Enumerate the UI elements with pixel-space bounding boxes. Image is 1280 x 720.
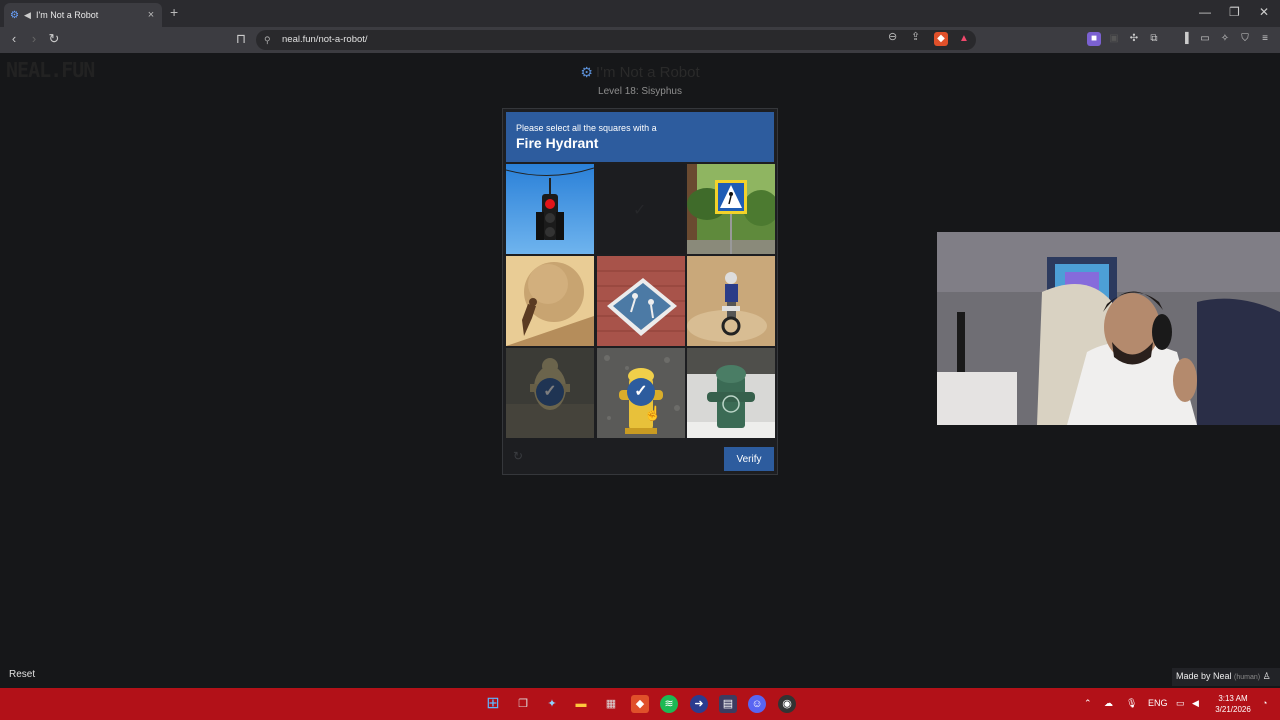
brave-browser-icon[interactable]: ◆: [631, 695, 649, 713]
system-clock[interactable]: 3:13 AM 3/21/2026: [1208, 693, 1258, 715]
microphone-icon[interactable]: 🎙: [1126, 698, 1137, 709]
sidebar-icon[interactable]: ▐: [1178, 32, 1192, 46]
chevron-up-icon[interactable]: ⌃: [1084, 698, 1092, 709]
network-icon[interactable]: ▭: [1176, 698, 1185, 709]
speaker-icon[interactable]: ◀: [24, 10, 36, 21]
tab-title: I'm Not a Robot: [36, 10, 99, 20]
verify-button[interactable]: Verify: [724, 447, 774, 471]
new-tab-button[interactable]: +: [170, 4, 178, 20]
obs-icon[interactable]: ◉: [778, 695, 796, 713]
url-text: neal.fun/not-a-robot/: [282, 34, 368, 45]
made-by-badge[interactable]: Made by Neal (human) ♙: [1172, 668, 1280, 686]
captcha-footer: ↻ Verify: [503, 442, 777, 472]
leo-ai-icon[interactable]: ✧: [1218, 32, 1232, 46]
minimize-icon[interactable]: —: [1199, 5, 1211, 19]
file-explorer-icon[interactable]: ▬: [572, 695, 590, 713]
made-by-note: (human): [1234, 674, 1261, 681]
extension-icon[interactable]: ▣: [1107, 32, 1121, 46]
robot-icon: ⚙: [580, 64, 593, 80]
tab-active[interactable]: ⚙ ◀ I'm Not a Robot ×: [4, 3, 162, 27]
person-icon: ♙: [1262, 671, 1271, 681]
windows-start-icon[interactable]: ⊞: [484, 695, 502, 713]
app-icon[interactable]: ➜: [690, 695, 708, 713]
bookmark-icon[interactable]: ⊓: [232, 31, 250, 47]
vpn-icon[interactable]: ⛉: [1238, 32, 1252, 46]
address-bar[interactable]: ⚲ neal.fun/not-a-robot/: [256, 30, 976, 50]
page-title: ⚙ I'm Not a Robot: [580, 64, 700, 81]
captcha-tile-sisyphus[interactable]: [506, 256, 594, 346]
refresh-icon[interactable]: ↻: [513, 449, 523, 463]
captcha-tile-fire-hydrant[interactable]: ✓: [506, 348, 594, 438]
notification-icon[interactable]: ◔: [1262, 698, 1267, 708]
share-icon[interactable]: ⇪: [911, 30, 920, 43]
app-icon[interactable]: ▤: [719, 695, 737, 713]
captcha-prompt: Please select all the squares with a: [516, 123, 657, 133]
browser-toolbar: ‹ › ↻ ⊓ ⚲ neal.fun/not-a-robot/ ⊖ ⇪ ◆ ▲ …: [0, 27, 1280, 53]
captcha-tile-yellow-hydrant[interactable]: ✓ ☝: [597, 348, 685, 438]
puzzle-icon[interactable]: ✣: [1127, 32, 1141, 46]
captcha-widget: Please select all the squares with a Fir…: [502, 108, 778, 475]
close-window-icon[interactable]: ✕: [1259, 5, 1269, 19]
made-by-text: Made by Neal: [1176, 671, 1232, 681]
back-icon[interactable]: ‹: [5, 31, 23, 46]
captcha-tile-road-marking[interactable]: [597, 256, 685, 346]
wallet-icon[interactable]: ▭: [1198, 32, 1212, 46]
tab-manager-icon[interactable]: ⧉: [1147, 32, 1161, 46]
reset-button[interactable]: Reset: [9, 669, 35, 680]
extension-icon[interactable]: ■: [1087, 32, 1101, 46]
language-indicator[interactable]: ENG: [1148, 698, 1168, 708]
captcha-tile-traffic-light[interactable]: [506, 164, 594, 254]
menu-icon[interactable]: ≡: [1258, 32, 1272, 46]
captcha-tile-green-hydrant[interactable]: [687, 348, 775, 438]
clock-date: 3/21/2026: [1215, 705, 1251, 714]
volume-icon[interactable]: ◀: [1192, 698, 1199, 709]
discord-icon[interactable]: ☺: [748, 695, 766, 713]
check-icon: ✓: [627, 378, 655, 406]
captcha-tile-empty[interactable]: ✓: [597, 164, 685, 254]
cursor-hand-icon: ☝: [644, 405, 662, 421]
captcha-tile-crossing-sign[interactable]: [687, 164, 775, 254]
forward-icon[interactable]: ›: [25, 31, 43, 46]
restore-icon[interactable]: ❐: [1229, 5, 1240, 19]
brave-rewards-icon[interactable]: ▲: [957, 32, 971, 46]
spotify-icon[interactable]: ≋: [660, 695, 678, 713]
check-icon: ✓: [633, 202, 647, 219]
level-label: Level 18: Sisyphus: [598, 86, 682, 97]
captcha-header: Please select all the squares with a Fir…: [506, 112, 774, 162]
captcha-tile-dirt-bike[interactable]: [687, 256, 775, 346]
site-info-icon[interactable]: ⚲: [264, 30, 271, 50]
zoom-icon[interactable]: ⊖: [888, 30, 897, 43]
video-editor-icon[interactable]: ▦: [602, 695, 620, 713]
task-view-icon[interactable]: ❐: [514, 695, 532, 713]
webcam-overlay: [937, 232, 1280, 425]
captcha-target: Fire Hydrant: [516, 135, 599, 151]
clock-time: 3:13 AM: [1218, 694, 1248, 703]
tab-bar: ⚙ ◀ I'm Not a Robot × + — ❐ ✕: [0, 0, 1280, 27]
close-tab-icon[interactable]: ×: [146, 9, 156, 21]
onedrive-icon[interactable]: ☁: [1104, 698, 1113, 709]
reload-icon[interactable]: ↻: [45, 31, 63, 47]
copilot-icon[interactable]: ✦: [543, 695, 561, 713]
check-icon: ✓: [536, 378, 564, 406]
taskbar: ⊞ ❐ ✦ ▬ ▦ ◆ ≋ ➜ ▤ ☺ ◉ ⌃ ☁ 🎙 ENG ▭ ◀ ◔: [0, 688, 1280, 720]
robot-icon: ⚙: [10, 9, 19, 21]
brave-shields-icon[interactable]: ◆: [934, 32, 948, 46]
